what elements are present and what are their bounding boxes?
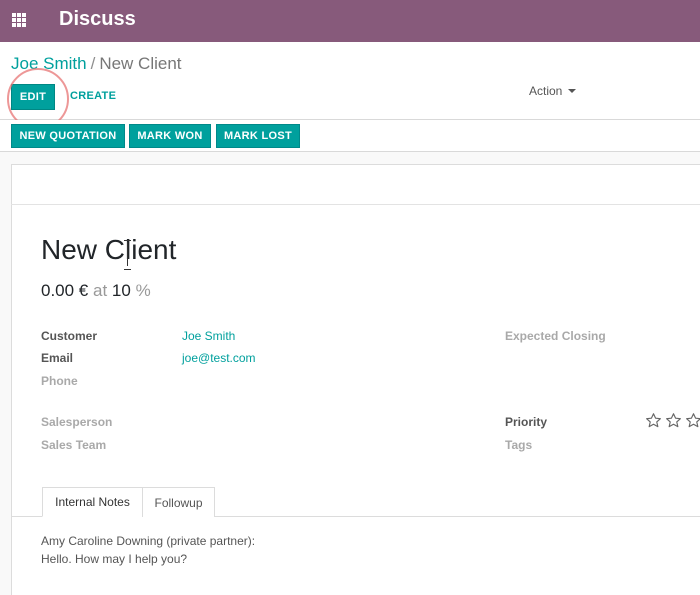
app-title: Discuss [59,8,136,30]
phone-label: Phone [41,374,78,388]
statusbar: NEW QUOTATION MARK WON MARK LOST [0,120,700,152]
star-outline-icon[interactable] [665,412,682,429]
expected-revenue: 0.00 € at 10 % [41,281,151,301]
customer-label: Customer [41,329,98,343]
revenue-at-label: at [93,281,108,300]
star-outline-icon[interactable] [685,412,700,429]
control-panel: Joe Smith / New Client EDIT CREATE Action [0,42,700,130]
star-outline-icon[interactable] [645,412,662,429]
breadcrumb-parent-link[interactable]: Joe Smith [11,54,87,73]
customer-link[interactable]: Joe Smith [182,329,235,343]
action-dropdown-label: Action [529,84,563,98]
text-cursor-icon [123,240,132,270]
priority-stars [645,412,700,429]
email-link[interactable]: joe@test.com [182,351,256,365]
priority-label: Priority [505,415,548,429]
form-sheet [11,164,700,595]
salesperson-label: Salesperson [41,415,113,429]
apps-grid-icon[interactable] [12,13,28,27]
sheet-header-divider [11,204,700,205]
edit-button[interactable]: EDIT [11,84,55,110]
create-button[interactable]: CREATE [70,90,116,102]
note-author-line: Amy Caroline Downing (private partner): [41,534,256,548]
probability-unit: % [135,281,151,300]
caret-down-icon [568,89,577,93]
tab-internal-notes[interactable]: Internal Notes [42,487,143,517]
breadcrumb: Joe Smith / New Client [11,54,182,74]
note-message-line: Hello. How may I help you? [41,552,188,566]
sales-team-label: Sales Team [41,438,107,452]
mark-lost-button[interactable]: MARK LOST [216,124,300,148]
record-title: New Client [41,234,177,265]
tags-label: Tags [505,438,533,452]
email-label: Email [41,351,74,365]
breadcrumb-separator: / [90,54,96,73]
breadcrumb-current: New Client [99,54,182,73]
mark-won-button[interactable]: MARK WON [129,124,211,148]
tab-followup[interactable]: Followup [142,487,215,517]
probability-value: 10 [111,281,131,300]
expected-closing-label: Expected Closing [505,329,606,343]
new-quotation-button[interactable]: NEW QUOTATION [11,124,125,148]
revenue-amount: 0.00 € [41,281,89,300]
top-navbar: Discuss [0,0,700,42]
action-dropdown[interactable]: Action [529,84,577,98]
